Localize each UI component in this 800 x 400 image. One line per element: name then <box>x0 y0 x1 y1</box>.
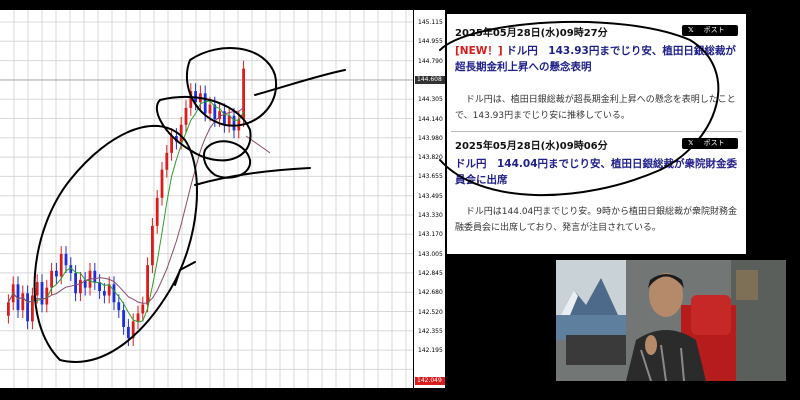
price-chart[interactable] <box>0 10 413 388</box>
candle-body <box>7 302 10 316</box>
post-button-label: ポスト <box>703 139 725 147</box>
price-tick-label: 144.955 <box>418 38 443 46</box>
candle-body <box>31 295 34 322</box>
candle-body <box>112 284 116 303</box>
x-logo-icon: 𝕏 <box>688 26 694 34</box>
candle-body <box>184 107 188 125</box>
candle-body <box>59 253 63 277</box>
candle-body <box>237 119 241 131</box>
price-tick-label: 143.005 <box>418 250 443 258</box>
candle-body <box>227 115 231 125</box>
webcam-image <box>556 260 786 381</box>
price-tick-label: 142.680 <box>418 289 443 297</box>
candle-body <box>242 68 245 120</box>
news-body: ドル円は、植田日銀総裁が超長期金利上昇への懸念を表明したことで、143.93円ま… <box>455 95 736 121</box>
candle-body <box>50 270 53 288</box>
candle-body <box>93 270 97 283</box>
x-logo-icon: 𝕏 <box>688 139 694 147</box>
candle-body <box>127 326 130 339</box>
candle-body <box>103 291 106 296</box>
candle-body <box>122 310 125 327</box>
price-tick-label: 142.195 <box>418 347 443 355</box>
candle-body <box>21 293 25 311</box>
news-date: 2025年05月28日(水)09時06分 <box>455 141 608 152</box>
price-tick-label: 143.170 <box>418 231 443 239</box>
candlestick-chart[interactable] <box>0 10 413 388</box>
webcam-feed <box>556 260 786 381</box>
price-tick-label: 145.115 <box>418 19 443 26</box>
news-date: 2025年05月28日(水)09時27分 <box>455 28 608 39</box>
price-tick-label: 143.655 <box>418 173 443 181</box>
candle-body <box>179 124 183 142</box>
price-tick-label: 143.980 <box>418 134 443 142</box>
candle-body <box>131 321 135 339</box>
news-body: ドル円は144.04円までじり安。9時から植田日銀総裁が衆院財務金融委員会に出席… <box>455 207 738 233</box>
price-tick-label: 143.495 <box>418 192 443 200</box>
price-tick-label: 144.790 <box>418 57 443 65</box>
price-tick-label: 143.820 <box>418 154 443 162</box>
price-axis: 145.115144.955144.790144.465144.305144.1… <box>413 10 445 388</box>
price-tick-label: 142.520 <box>418 308 443 316</box>
price-tick-label: 143.330 <box>418 212 443 219</box>
candle-body <box>141 304 145 314</box>
candle-body <box>117 302 121 311</box>
candle-body <box>199 93 202 103</box>
candle-body <box>208 104 212 114</box>
candle-body <box>165 152 169 170</box>
news-headline-link[interactable]: ドル円 144.04円までじり安、植田日銀総裁が衆院財金委員会に出席 <box>455 156 745 188</box>
price-tick-label: 142.355 <box>418 327 443 335</box>
news-headline-text: ドル円 144.04円までじり安、植田日銀総裁が衆院財金委員会に出席 <box>455 158 738 186</box>
candle-body <box>35 282 39 296</box>
price-tick-label: 144.305 <box>418 96 443 104</box>
candle-body <box>189 91 193 108</box>
candle-body <box>155 197 159 226</box>
price-tick-label: 142.845 <box>418 269 443 277</box>
news-divider <box>451 131 742 132</box>
post-button[interactable]: 𝕏 ポスト <box>682 138 738 149</box>
candle-body <box>136 313 140 322</box>
post-button-label: ポスト <box>703 26 725 34</box>
candle-body <box>74 273 77 294</box>
low-price-marker: 142.049 <box>415 377 445 385</box>
candle-body <box>194 91 197 103</box>
new-badge: [NEW！] <box>455 45 503 57</box>
post-button[interactable]: 𝕏 ポスト <box>682 25 738 36</box>
candle-body <box>55 270 58 277</box>
news-panel: 2025年05月28日(水)09時27分 𝕏 ポスト [NEW！] ドル円 143… <box>447 14 746 254</box>
candle-body <box>40 282 44 305</box>
candle-body <box>151 225 154 266</box>
current-price-marker: 144.608 <box>415 76 445 84</box>
candle-body <box>160 169 164 198</box>
candle-body <box>170 136 173 153</box>
news-headline-link[interactable]: [NEW！] ドル円 143.93円までじり安、植田日銀総裁が超長期金利上昇への… <box>455 43 745 75</box>
candle-body <box>232 115 236 131</box>
candle-body <box>146 265 149 305</box>
candle-body <box>79 279 82 294</box>
price-tick-label: 144.140 <box>418 115 443 123</box>
candle-body <box>203 93 207 114</box>
candle-body <box>175 136 178 142</box>
candle-body <box>64 253 68 266</box>
candle-body <box>26 293 29 322</box>
